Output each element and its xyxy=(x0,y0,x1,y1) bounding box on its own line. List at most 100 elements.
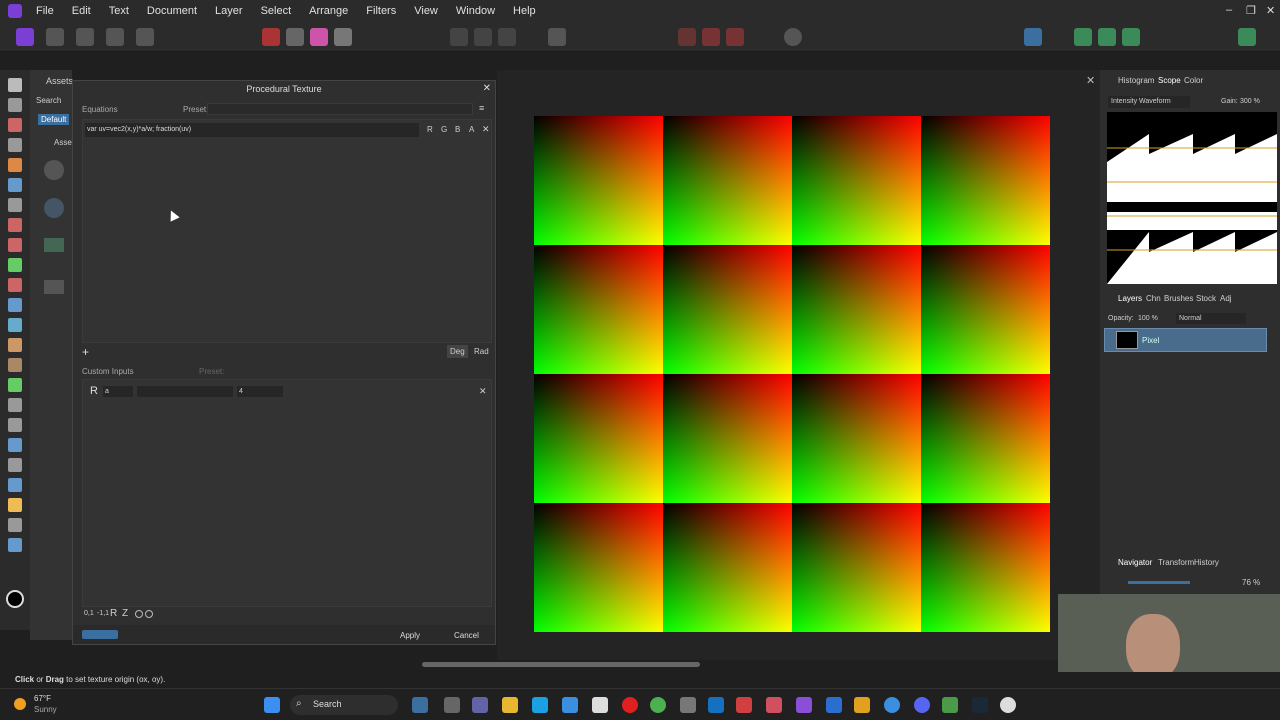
texture-canvas[interactable] xyxy=(534,116,1050,632)
add-equation-icon[interactable]: + xyxy=(82,345,89,359)
range-01-button[interactable]: 0,1 xyxy=(84,610,94,617)
liquify-persona-icon[interactable] xyxy=(46,28,64,46)
clone-icon[interactable] xyxy=(8,318,22,332)
quick-mask-icon[interactable] xyxy=(474,28,492,46)
preset-dropdown[interactable] xyxy=(207,103,473,115)
levels-icon[interactable] xyxy=(262,28,280,46)
dodge-icon[interactable] xyxy=(8,298,22,312)
gain-field[interactable]: 300 % xyxy=(1240,96,1270,108)
assistant-icon[interactable] xyxy=(702,28,720,46)
tab-adjustments[interactable]: Adj xyxy=(1220,294,1232,303)
equation-field[interactable]: var uv=vec2(x,y)*a/w; fraction(uv) xyxy=(85,123,419,137)
apply-button[interactable]: Apply xyxy=(400,631,420,640)
teams-icon[interactable] xyxy=(472,697,488,713)
input-name-field[interactable]: a xyxy=(103,386,133,397)
dialog-close-icon[interactable]: ✕ xyxy=(483,83,491,94)
menu-text[interactable]: Text xyxy=(109,5,129,17)
store-icon[interactable] xyxy=(562,697,578,713)
preview-icon[interactable] xyxy=(784,28,802,46)
node-tool-icon[interactable] xyxy=(8,398,22,412)
shape-tool-icon[interactable] xyxy=(8,418,22,432)
tab-transform[interactable]: Transform xyxy=(1158,558,1194,567)
tab-scope[interactable]: Scope xyxy=(1158,76,1181,85)
input-value-field[interactable]: 4 xyxy=(237,386,283,397)
app-icon[interactable] xyxy=(826,697,842,713)
weather-icon[interactable] xyxy=(14,698,26,710)
close-window-icon[interactable]: ✕ xyxy=(1266,4,1275,17)
align-icon[interactable] xyxy=(1024,28,1042,46)
insert-angle-icon[interactable] xyxy=(135,610,143,618)
task-view-icon[interactable] xyxy=(444,697,460,713)
steam-icon[interactable] xyxy=(972,697,988,713)
assets-section[interactable]: Asse xyxy=(54,138,72,147)
snapping-icon[interactable] xyxy=(678,28,696,46)
export-persona-icon[interactable] xyxy=(136,28,154,46)
horizontal-scrollbar[interactable] xyxy=(422,662,700,667)
measure-tool-icon[interactable] xyxy=(8,498,22,512)
edge-icon[interactable] xyxy=(532,697,548,713)
color-swatch-icon[interactable] xyxy=(6,590,24,608)
app-icon[interactable] xyxy=(680,697,696,713)
hand-tool-icon[interactable] xyxy=(8,78,22,92)
alien-app-icon[interactable] xyxy=(592,697,608,713)
selection-brush-icon[interactable] xyxy=(8,178,22,192)
auto-contrast-icon[interactable] xyxy=(286,28,304,46)
layer-name[interactable]: Pixel xyxy=(1142,336,1159,345)
close-document-icon[interactable]: ✕ xyxy=(1086,74,1095,87)
healing-icon[interactable] xyxy=(8,338,22,352)
remove-input-icon[interactable]: ✕ xyxy=(479,386,487,397)
input-slider[interactable] xyxy=(137,386,233,397)
publish-icon[interactable] xyxy=(1098,28,1116,46)
channel-r-button[interactable]: R xyxy=(427,125,433,134)
menu-edit[interactable]: Edit xyxy=(72,5,91,17)
studio-link-icon[interactable] xyxy=(1074,28,1092,46)
mesh-warp-icon[interactable] xyxy=(8,538,22,552)
tab-layers[interactable]: Layers xyxy=(1118,294,1142,303)
menu-window[interactable]: Window xyxy=(456,5,495,17)
zoom-field[interactable]: 76 % xyxy=(1242,578,1260,587)
blur-icon[interactable] xyxy=(8,378,22,392)
paint-brush-icon[interactable] xyxy=(8,218,22,232)
app-icon[interactable] xyxy=(854,697,870,713)
affinity-designer-icon[interactable] xyxy=(736,697,752,713)
develop-persona-icon[interactable] xyxy=(76,28,94,46)
asset-thumb[interactable] xyxy=(44,280,64,294)
app-icon[interactable] xyxy=(884,697,900,713)
tab-histogram[interactable]: Histogram xyxy=(1118,76,1154,85)
rad-button[interactable]: Rad xyxy=(471,345,492,358)
account-icon[interactable] xyxy=(1238,28,1256,46)
tab-channels[interactable]: Chn xyxy=(1146,294,1161,303)
insert-r-button[interactable]: R xyxy=(110,608,117,619)
start-icon[interactable] xyxy=(264,697,280,713)
assets-tab[interactable]: Assets xyxy=(46,76,73,86)
discord-icon[interactable] xyxy=(914,697,930,713)
taskbar-search[interactable] xyxy=(290,695,398,715)
fill-tool-icon[interactable] xyxy=(8,258,22,272)
photo-persona-icon[interactable] xyxy=(16,28,34,46)
marquee-icon[interactable] xyxy=(8,198,22,212)
menu-file[interactable]: File xyxy=(36,5,54,17)
mask-mode-icon[interactable] xyxy=(548,28,566,46)
sum-tool-icon[interactable] xyxy=(8,518,22,532)
remove-equation-icon[interactable]: ✕ xyxy=(482,124,490,135)
bing-icon[interactable] xyxy=(708,697,724,713)
menu-filters[interactable]: Filters xyxy=(366,5,396,17)
insert-position-icon[interactable] xyxy=(145,610,153,618)
zoom-slider[interactable] xyxy=(1128,581,1190,584)
pixel-brush-icon[interactable] xyxy=(8,238,22,252)
menu-document[interactable]: Document xyxy=(147,5,197,17)
channel-a-button[interactable]: A xyxy=(469,125,474,134)
minimize-icon[interactable]: – xyxy=(1226,4,1232,16)
affinity-publisher-icon[interactable] xyxy=(766,697,782,713)
opera-icon[interactable] xyxy=(622,697,638,713)
deg-button[interactable]: Deg xyxy=(447,345,468,358)
selection-icon[interactable] xyxy=(450,28,468,46)
affinity-photo-taskbar-icon[interactable] xyxy=(796,697,812,713)
brush-tool-icon[interactable] xyxy=(8,118,22,132)
asset-thumb[interactable] xyxy=(44,238,64,252)
assets-search[interactable]: Search xyxy=(36,96,61,105)
asset-thumb[interactable] xyxy=(44,160,64,180)
zoom-tool-icon[interactable] xyxy=(8,478,22,492)
move-tool-icon[interactable] xyxy=(8,98,22,112)
refine-icon[interactable] xyxy=(498,28,516,46)
